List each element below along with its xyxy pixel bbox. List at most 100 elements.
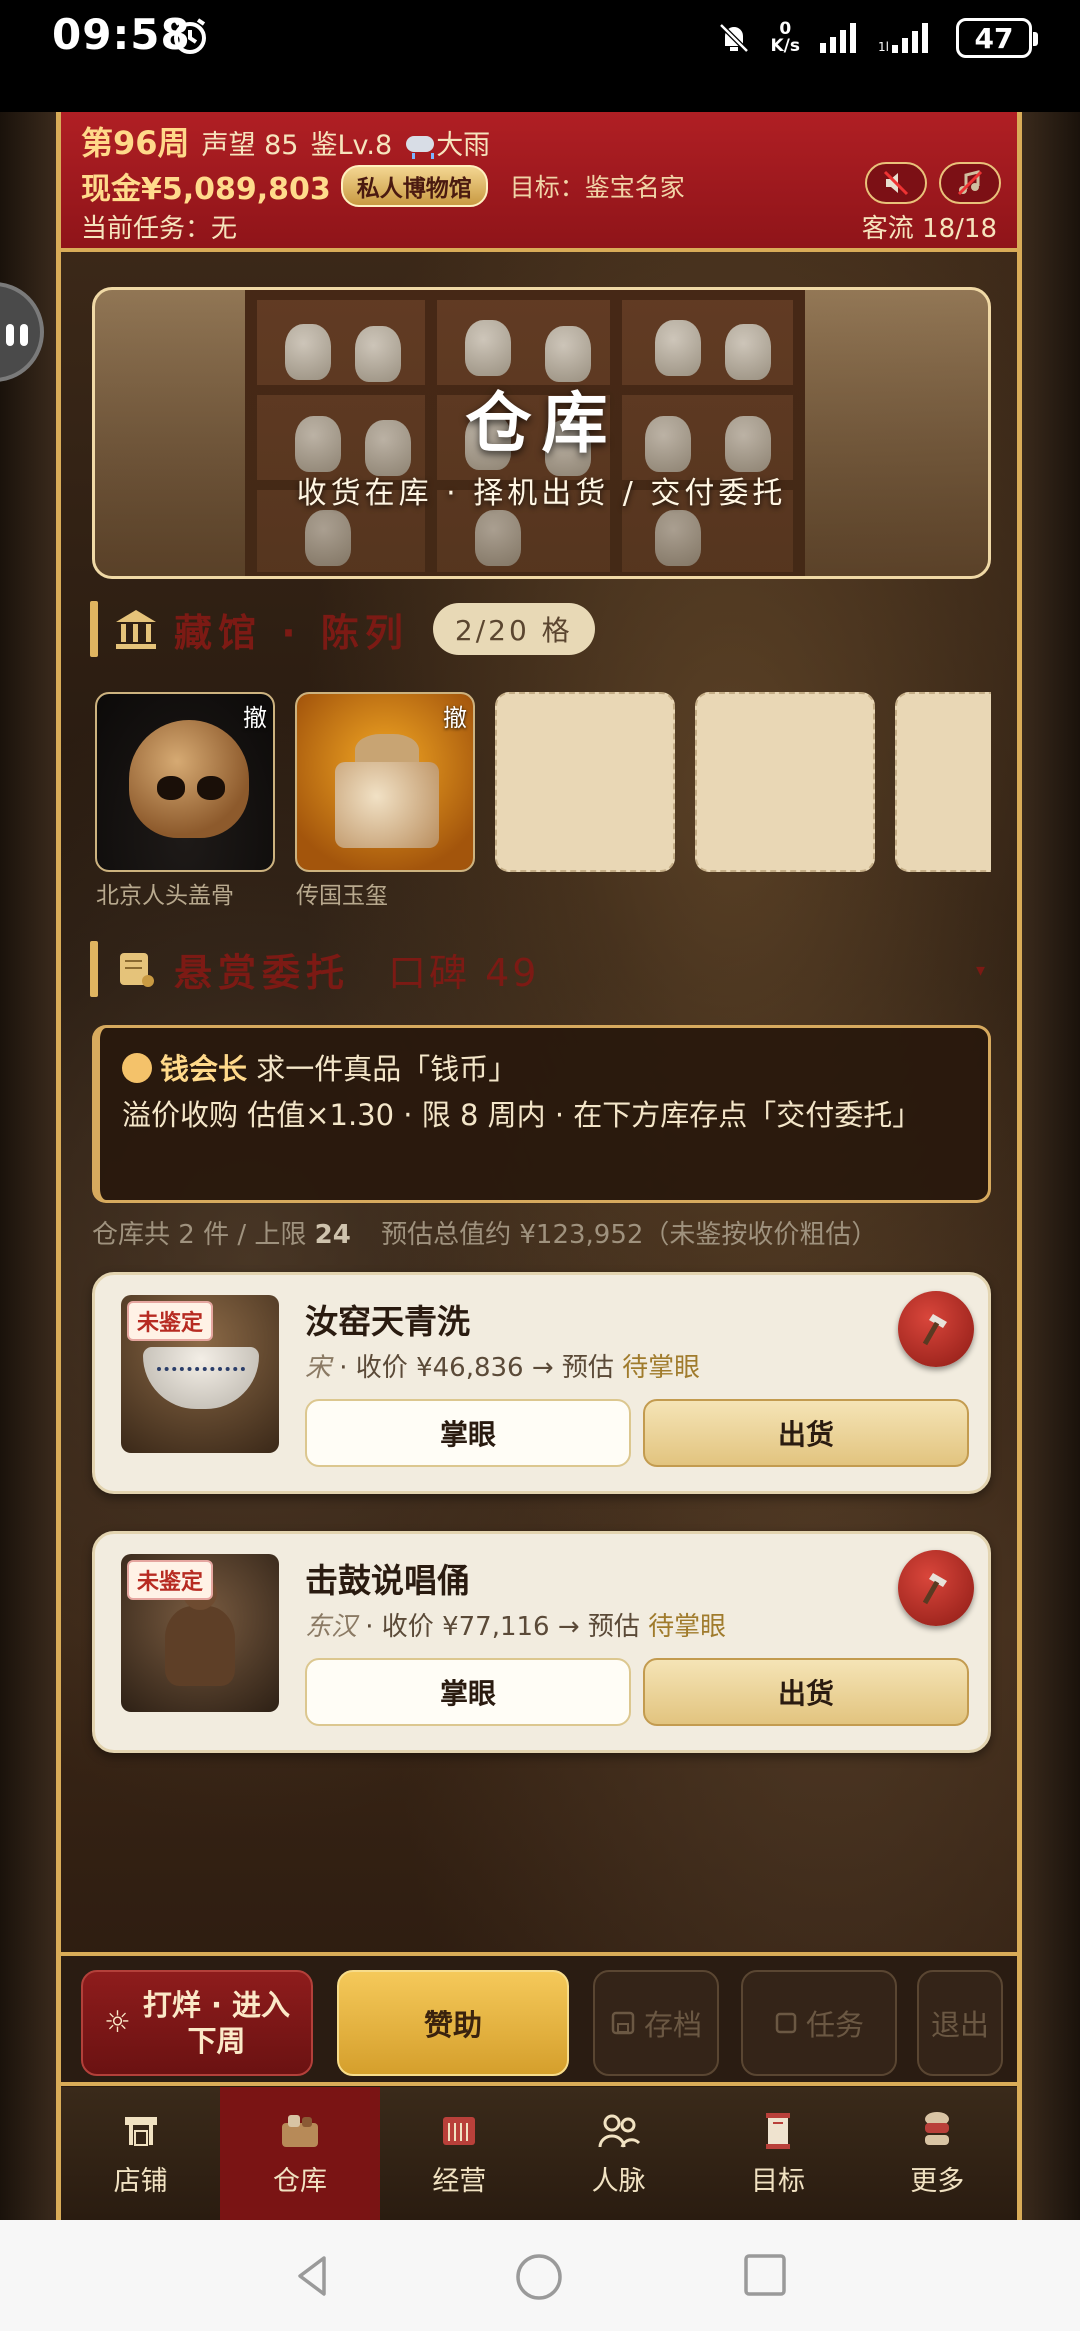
bounty-card[interactable]: 钱会长 求一件真品「钱币」 溢价收购 估值×1.30 · 限 8 周内 · 在下… bbox=[92, 1025, 991, 1203]
nav-connections[interactable]: 人脉 bbox=[539, 2087, 698, 2220]
slot-label: 北京人头盖骨 bbox=[96, 883, 234, 909]
nav-label: 店铺 bbox=[113, 2166, 168, 2197]
nav-label: 仓库 bbox=[272, 2166, 327, 2197]
app-window: 第96周 声望 85 鉴Lv.8 大雨 现金¥5,089,803 私人博物馆 目… bbox=[0, 112, 1080, 2220]
display-slot-seal[interactable]: 撤 bbox=[295, 692, 475, 872]
inventory-item-card[interactable]: 未鉴定 汝窑天青洗 宋 · 收价 ¥46,836 → 预估 待掌眼 掌眼 出货 bbox=[92, 1272, 991, 1494]
summary-count: 仓库共 2 件 / 上限 bbox=[92, 1220, 315, 1250]
empty-display-slot[interactable] bbox=[695, 692, 875, 872]
item-price: · 收价 ¥77,116 → 预估 bbox=[357, 1612, 649, 1642]
appraise-button[interactable]: 掌眼 bbox=[305, 1658, 631, 1726]
save-label: 存档 bbox=[643, 2008, 702, 2042]
back-icon[interactable] bbox=[290, 2252, 338, 2300]
hammer-button[interactable] bbox=[898, 1291, 974, 1367]
summary-limit: 24 bbox=[314, 1220, 351, 1250]
nav-label: 目标 bbox=[750, 2166, 805, 2197]
mute-speaker-icon bbox=[883, 170, 909, 196]
sponsor-button[interactable]: 赞助 bbox=[337, 1970, 569, 2076]
sound-toggle-button[interactable] bbox=[865, 162, 927, 204]
action-bar: ☼ 打烊 · 进入 下周 赞助 存档 任务 退出 bbox=[61, 1952, 1017, 2086]
banner-subtitle: 收货在库 · 择机出货 / 交付委托 bbox=[296, 476, 787, 511]
collapse-caret-icon[interactable]: ▾ bbox=[976, 960, 985, 981]
task-label: 任务 bbox=[805, 2008, 864, 2042]
weather: 大雨 bbox=[404, 123, 490, 162]
scroll-icon bbox=[112, 945, 160, 993]
sell-button[interactable]: 出货 bbox=[643, 1399, 969, 1467]
display-section-title: 藏馆 · 陈列 bbox=[174, 610, 409, 655]
nav-more[interactable]: 更多 bbox=[858, 2087, 1017, 2220]
task-button[interactable]: 任务 bbox=[741, 1970, 897, 2076]
battery-indicator: 47 bbox=[956, 18, 1038, 58]
withdraw-button[interactable]: 撤 bbox=[243, 698, 267, 733]
item-estimate-status: 待掌眼 bbox=[622, 1353, 701, 1383]
left-backdrop bbox=[0, 112, 56, 2220]
appraise-button[interactable]: 掌眼 bbox=[305, 1399, 631, 1467]
empty-display-slot[interactable] bbox=[895, 692, 991, 872]
nav-business[interactable]: 经营 bbox=[380, 2087, 539, 2220]
next-week-label-2: 下周 bbox=[187, 2024, 246, 2058]
cash-amount: 现金¥5,089,803 bbox=[81, 172, 331, 207]
bounty-section-header: 悬赏委托 口碑 49 bbox=[90, 940, 539, 998]
svg-text:1l: 1l bbox=[878, 40, 889, 54]
ledger-icon bbox=[437, 2109, 481, 2153]
client-name: 钱会长 bbox=[160, 1052, 248, 1086]
item-era: 东汉 bbox=[305, 1612, 358, 1642]
top-status-header: 第96周 声望 85 鉴Lv.8 大雨 现金¥5,089,803 私人博物馆 目… bbox=[61, 112, 1017, 252]
task-square-icon bbox=[775, 2012, 797, 2034]
exit-button[interactable]: 退出 bbox=[917, 1970, 1003, 2076]
item-name: 汝窑天青洗 bbox=[305, 1302, 470, 1341]
unverified-badge: 未鉴定 bbox=[127, 1560, 214, 1600]
music-toggle-button[interactable] bbox=[939, 162, 1001, 204]
item-meta: 宋 · 收价 ¥46,836 → 预估 待掌眼 bbox=[305, 1347, 700, 1384]
bounty-reputation: 口碑 49 bbox=[388, 950, 540, 995]
bounty-request: 求一件真品「钱币」 bbox=[256, 1052, 518, 1086]
warehouse-icon bbox=[278, 2109, 322, 2153]
goal-text: 目标：鉴宝名家 bbox=[509, 173, 685, 202]
signal-icon bbox=[820, 23, 856, 53]
bounty-detail: 溢价收购 估值×1.30 · 限 8 周内 · 在下方库存点「交付委托」 bbox=[122, 1098, 922, 1132]
museum-building-icon bbox=[112, 605, 160, 653]
nav-warehouse[interactable]: 仓库 bbox=[220, 2087, 380, 2220]
withdraw-button[interactable]: 撤 bbox=[443, 698, 467, 733]
people-icon bbox=[597, 2109, 641, 2153]
display-section-header: 藏馆 · 陈列 2/20 格 bbox=[90, 600, 595, 658]
bottom-navigation: 店铺 仓库 经营 人脉 目标 更多 bbox=[61, 2087, 1017, 2220]
nav-shop[interactable]: 店铺 bbox=[61, 2087, 220, 2220]
save-button[interactable]: 存档 bbox=[593, 1970, 719, 2076]
mute-bell-icon bbox=[719, 23, 750, 53]
next-week-label-1: 打烊 · 进入 bbox=[142, 1988, 291, 2022]
item-estimate-status: 待掌眼 bbox=[648, 1612, 727, 1642]
nav-label: 人脉 bbox=[591, 2166, 646, 2197]
unverified-badge: 未鉴定 bbox=[127, 1301, 214, 1341]
sun-icon: ☼ bbox=[103, 2005, 131, 2040]
empty-display-slot[interactable] bbox=[495, 692, 675, 872]
rain-cloud-icon bbox=[404, 134, 436, 160]
music-note-icon bbox=[957, 170, 983, 196]
network-speed: 0 K/s bbox=[770, 21, 800, 55]
nav-label: 经营 bbox=[432, 2166, 487, 2197]
hammer-button[interactable] bbox=[898, 1550, 974, 1626]
recents-icon[interactable] bbox=[742, 2252, 788, 2298]
item-meta: 东汉 · 收价 ¥77,116 → 预估 待掌眼 bbox=[305, 1606, 726, 1643]
warehouse-banner: 仓库 收货在库 · 择机出货 / 交付委托 bbox=[92, 287, 991, 579]
nav-label: 更多 bbox=[910, 2166, 965, 2197]
status-bar: 09:58 0 K/s 1l 47 bbox=[0, 0, 1080, 112]
item-name: 击鼓说唱俑 bbox=[305, 1561, 470, 1600]
slot-count-badge: 2/20 格 bbox=[432, 603, 595, 655]
week-counter: 第96周 bbox=[81, 124, 190, 162]
display-slot-skull[interactable]: 撤 bbox=[95, 692, 275, 872]
next-week-button[interactable]: ☼ 打烊 · 进入 下周 bbox=[81, 1970, 313, 2076]
item-era: 宋 bbox=[305, 1353, 332, 1383]
sell-button[interactable]: 出货 bbox=[643, 1658, 969, 1726]
inventory-summary: 仓库共 2 件 / 上限 24 预估总值约 ¥123,952（未鉴按收价粗估） bbox=[92, 1214, 877, 1251]
save-disk-icon bbox=[611, 2011, 635, 2035]
signal-icon-2: 1l bbox=[878, 23, 928, 54]
home-icon[interactable] bbox=[514, 2252, 564, 2302]
hammer-icon bbox=[922, 1573, 947, 1605]
museum-badge[interactable]: 私人博物馆 bbox=[340, 165, 488, 207]
inventory-item-card[interactable]: 未鉴定 击鼓说唱俑 东汉 · 收价 ¥77,116 → 预估 待掌眼 掌眼 出货 bbox=[92, 1531, 991, 1753]
speed-unit: K/s bbox=[770, 36, 800, 56]
banner-title: 仓库 bbox=[465, 385, 618, 462]
guest-flow: 客流 18/18 bbox=[861, 214, 997, 244]
nav-goals[interactable]: 目标 bbox=[698, 2087, 857, 2220]
